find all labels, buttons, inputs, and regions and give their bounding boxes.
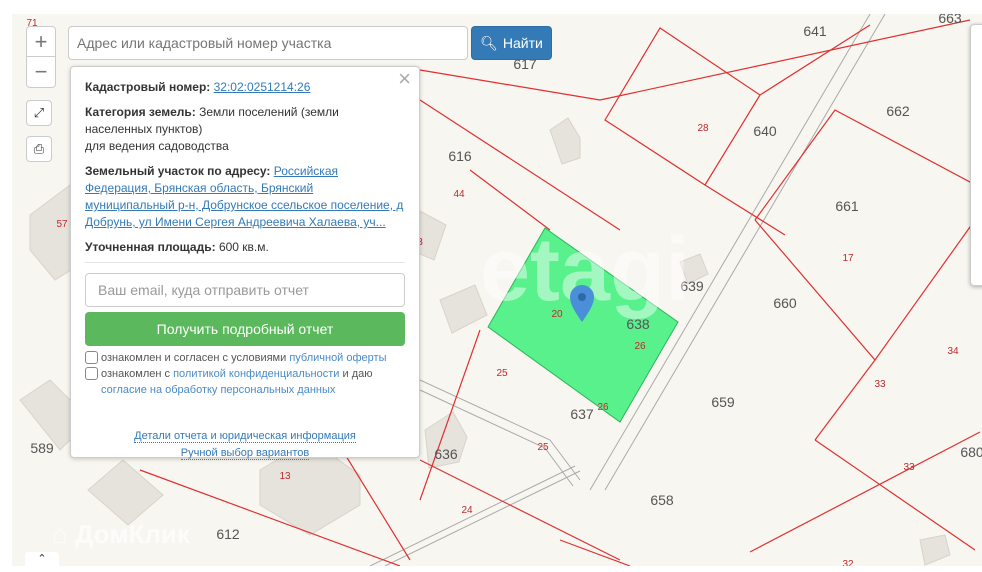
parcel-label: 660 xyxy=(773,295,797,311)
zoom-control: + − xyxy=(26,26,56,88)
parcel-label: 33 xyxy=(903,462,915,473)
parcel-label: 663 xyxy=(938,14,962,26)
layers-panel[interactable] xyxy=(970,24,982,286)
search-button[interactable]: 🔍︎ Найти xyxy=(471,26,552,60)
area-label: Уточненная площадь: xyxy=(85,240,216,254)
parcel-label: 24 xyxy=(461,505,473,516)
close-icon[interactable]: × xyxy=(398,68,411,90)
consent-link[interactable]: согласие на обработку персональных данны… xyxy=(101,384,335,396)
parcel-label: 25 xyxy=(496,368,508,379)
offer-link[interactable]: публичной оферты xyxy=(289,352,386,364)
print-button[interactable]: ⎙ xyxy=(26,136,52,162)
parcel-label: 659 xyxy=(711,394,735,410)
parcel-label: 13 xyxy=(279,471,291,482)
parcel-label: 636 xyxy=(434,446,458,462)
offer-checkbox-row: ознакомлен и согласен с условиями публич… xyxy=(85,350,405,366)
privacy-link[interactable]: политикой конфиденциальности xyxy=(173,368,339,380)
manual-selection-link[interactable]: Ручной выбор вариантов xyxy=(180,447,310,460)
expand-icon: ⤢ xyxy=(33,105,45,120)
bottom-control-button[interactable]: ⌃ xyxy=(25,552,59,572)
offer-text: ознакомлен и согласен с условиями xyxy=(101,352,290,364)
parcel-label: 28 xyxy=(697,123,709,134)
parcel-label: 34 xyxy=(947,346,959,357)
zoom-out-button[interactable]: − xyxy=(27,57,55,87)
address-label: Земельный участок по адресу: xyxy=(85,164,271,178)
parcel-info-popup: × Кадастровый номер: 32:02:0251214:26 Ка… xyxy=(70,66,420,460)
parcel-label: 661 xyxy=(835,198,859,214)
parcel-label: 640 xyxy=(753,123,777,139)
parcel-label: 17 xyxy=(842,253,854,264)
privacy-checkbox[interactable] xyxy=(85,367,98,380)
parcel-label: 612 xyxy=(216,526,240,542)
parcel-label: 25 xyxy=(537,442,549,453)
parcel-label: 616 xyxy=(448,148,472,164)
cadastral-label: Кадастровый номер: xyxy=(85,80,211,94)
parcel-label: 637 xyxy=(570,406,594,422)
category-use: для ведения садоводства xyxy=(85,139,229,153)
parcel-label: 658 xyxy=(650,492,674,508)
zoom-in-button[interactable]: + xyxy=(27,27,55,57)
parcel-label: 32 xyxy=(842,559,854,566)
get-report-button[interactable]: Получить подробный отчет xyxy=(85,312,405,346)
search-input[interactable] xyxy=(68,26,468,60)
parcel-label: 680 xyxy=(960,444,982,460)
email-input[interactable]: Ваш email, куда отправить отчет xyxy=(85,273,405,307)
category-label: Категория земель: xyxy=(85,105,196,119)
details-link[interactable]: Детали отчета и юридическая информация xyxy=(134,430,356,443)
parcel-label: 57 xyxy=(56,219,68,230)
privacy-mid-text: и даю xyxy=(339,368,373,380)
area-value: 600 кв.м. xyxy=(218,240,269,254)
offer-checkbox[interactable] xyxy=(85,351,98,364)
search-icon: 🔍︎ xyxy=(480,34,498,51)
privacy-checkbox-row: ознакомлен с политикой конфиденциальност… xyxy=(85,366,405,398)
privacy-text: ознакомлен с xyxy=(101,368,174,380)
cadastral-number-link[interactable]: 32:02:0251214:26 xyxy=(214,80,311,94)
parcel-label: 33 xyxy=(874,379,886,390)
domclick-watermark: ⌂ ДомКлик xyxy=(52,519,190,549)
parcel-label: 662 xyxy=(886,103,910,119)
print-icon: ⎙ xyxy=(33,141,45,156)
parcel-label: 44 xyxy=(453,189,465,200)
parcel-label: 641 xyxy=(803,23,827,39)
parcel-label: 589 xyxy=(30,440,54,456)
parcel-label: 26 xyxy=(597,402,609,413)
search-button-label: Найти xyxy=(502,35,543,51)
parcel-label: 26 xyxy=(634,341,646,352)
fullscreen-button[interactable]: ⤢ xyxy=(26,100,52,126)
